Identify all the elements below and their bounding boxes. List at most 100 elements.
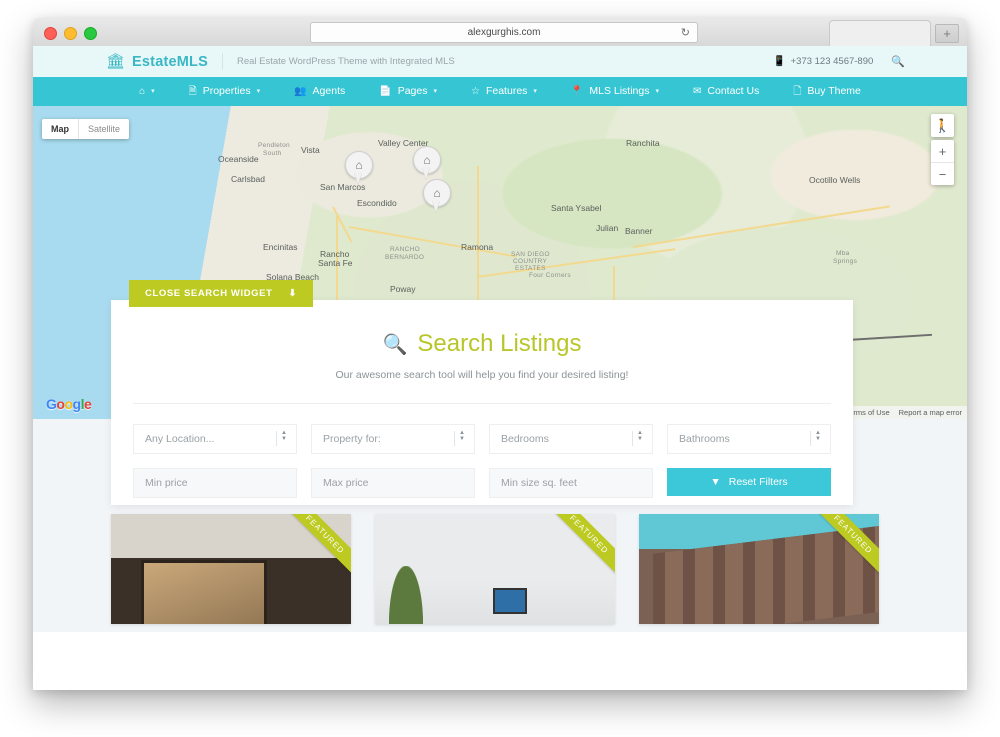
- nav-item-buy-theme[interactable]: 🗋 Buy Theme: [776, 77, 878, 106]
- tab-strip[interactable]: [829, 20, 931, 47]
- address-bar[interactable]: alexgurghis.com ↻: [310, 22, 698, 43]
- url-text: alexgurghis.com: [467, 27, 541, 38]
- nav-label: MLS Listings: [589, 85, 650, 97]
- reload-icon[interactable]: ↻: [681, 26, 690, 39]
- property-card[interactable]: FEATURED: [111, 514, 351, 624]
- close-search-widget-button[interactable]: CLOSE SEARCH WIDGET ⬇: [129, 280, 314, 307]
- chevron-down-icon: ▾: [533, 88, 537, 95]
- min-price-input[interactable]: Min price: [133, 468, 297, 498]
- nav-item-contact-us[interactable]: ✉ Contact Us: [676, 77, 776, 106]
- search-widget-subtitle: Our awesome search tool will help you fi…: [335, 369, 629, 381]
- zoom-in-button[interactable]: +: [931, 140, 954, 163]
- map-place-label: Mba: [836, 250, 850, 257]
- close-widget-label: CLOSE SEARCH WIDGET: [145, 288, 273, 299]
- map-property-marker[interactable]: ⌂: [413, 146, 441, 180]
- map-place-label: Pendleton: [258, 142, 290, 149]
- map-place-label: Banner: [625, 226, 653, 236]
- map-place-label: Vista: [301, 145, 320, 155]
- maximize-window-button[interactable]: [84, 27, 97, 40]
- chevron-updown-icon: ▲ ▼: [276, 430, 287, 446]
- search-form-grid: Any Location... ▲ ▼ Property for: ▲ ▼ Bedr…: [111, 404, 853, 498]
- map-type-map[interactable]: Map: [42, 119, 79, 139]
- map-place-label: Encinitas: [263, 242, 298, 252]
- property-card[interactable]: FEATURED: [639, 514, 879, 624]
- site-header: 🏛 EstateMLS Real Estate WordPress Theme …: [33, 46, 967, 77]
- phone-number: +373 123 4567-890: [790, 56, 874, 67]
- map-place-label: Ocotillo Wells: [809, 175, 861, 185]
- max-price-input[interactable]: Max price: [311, 468, 475, 498]
- home-icon: ⌂: [355, 158, 363, 172]
- site-logo[interactable]: 🏛 EstateMLS: [106, 54, 208, 70]
- browser-window: alexgurghis.com ↻ + 🏛 EstateMLS Real Est…: [33, 18, 967, 690]
- property-for-select[interactable]: Property for: ▲ ▼: [311, 424, 475, 454]
- new-tab-button[interactable]: +: [935, 24, 959, 43]
- map-place-label: COUNTRY: [513, 258, 548, 265]
- envelope-icon: ✉: [693, 86, 702, 97]
- reset-filters-button[interactable]: ▼ Reset Filters: [667, 468, 831, 496]
- nav-item-features[interactable]: ☆ Features ▾: [454, 77, 554, 106]
- property-card[interactable]: FEATURED: [375, 514, 615, 624]
- nav-label: Agents: [312, 85, 346, 97]
- map-place-label: Escondido: [357, 198, 397, 208]
- nav-item-pages[interactable]: 📄 Pages ▾: [362, 77, 454, 106]
- min-price-placeholder: Min price: [145, 477, 188, 489]
- featured-ribbon: FEATURED: [804, 514, 879, 583]
- featured-cards: FEATURED FEATURED FEATURED: [33, 494, 967, 624]
- website-viewport: 🏛 EstateMLS Real Estate WordPress Theme …: [33, 46, 967, 690]
- map-place-label: South: [263, 150, 282, 157]
- location-select[interactable]: Any Location... ▲ ▼: [133, 424, 297, 454]
- header-right: 📱 +373 123 4567-890 🔍: [773, 46, 905, 77]
- header-phone: 📱 +373 123 4567-890: [773, 56, 873, 67]
- nav-item-mls-listings[interactable]: 📍 MLS Listings ▾: [554, 77, 676, 106]
- pegman-icon[interactable]: 🚶: [931, 114, 954, 137]
- min-size-input[interactable]: Min size sq. feet: [489, 468, 653, 498]
- featured-ribbon: FEATURED: [276, 514, 351, 583]
- search-widget-panel: 🔍 Search Listings Our awesome search too…: [111, 300, 853, 505]
- search-icon: 🔍: [382, 333, 408, 356]
- close-window-button[interactable]: [44, 27, 57, 40]
- mobile-icon: 📱: [773, 56, 786, 67]
- map-type-satellite[interactable]: Satellite: [79, 119, 129, 139]
- google-logo: Google: [46, 396, 92, 412]
- main-navigation: ⌂ ▾ 🗎 Properties ▾ 👥 Agents 📄 Pages ▾ ☆ …: [33, 77, 967, 106]
- location-select-value: Any Location...: [145, 433, 215, 445]
- property-for-select-value: Property for:: [323, 433, 381, 445]
- home-icon: ⌂: [433, 186, 441, 200]
- chevron-down-icon: ▾: [256, 88, 261, 95]
- browser-chrome-toolbar: alexgurghis.com ↻ +: [33, 18, 967, 47]
- card-icon: 🗋: [793, 86, 802, 97]
- arrow-down-icon: ⬇: [288, 288, 298, 299]
- map-place-label: Four Corners: [529, 272, 571, 279]
- chevron-down-icon: ▾: [433, 88, 437, 95]
- map-type-switcher[interactable]: Map Satellite: [42, 119, 130, 139]
- report-map-error-link[interactable]: Report a map error: [899, 408, 962, 417]
- bathrooms-select[interactable]: Bathrooms ▲ ▼: [667, 424, 831, 454]
- map-place-label: Santa Fe: [318, 258, 353, 268]
- zoom-out-button[interactable]: −: [931, 163, 954, 185]
- chevron-down-icon: ▾: [151, 88, 155, 95]
- marker-tip: [354, 172, 362, 184]
- map-place-label: Springs: [833, 258, 858, 265]
- bedrooms-select-value: Bedrooms: [501, 433, 549, 445]
- featured-ribbon: FEATURED: [540, 514, 615, 583]
- bedrooms-select[interactable]: Bedrooms ▲ ▼: [489, 424, 653, 454]
- chevron-updown-icon: ▲ ▼: [454, 430, 465, 446]
- marker-tip: [432, 200, 440, 212]
- nav-label: Contact Us: [707, 85, 760, 97]
- nav-item-home[interactable]: ⌂ ▾: [122, 77, 172, 106]
- site-tagline: Real Estate WordPress Theme with Integra…: [236, 56, 455, 67]
- nav-item-properties[interactable]: 🗎 Properties ▾: [172, 77, 277, 106]
- search-icon[interactable]: 🔍: [891, 55, 905, 68]
- map-place-label: Ranchita: [626, 138, 660, 148]
- minimize-window-button[interactable]: [64, 27, 77, 40]
- filter-icon: ▼: [710, 476, 721, 488]
- map-zoom-controls[interactable]: + −: [931, 140, 954, 185]
- map-property-marker[interactable]: ⌂: [345, 151, 373, 185]
- map-place-label: BERNARDO: [385, 254, 425, 261]
- chevron-updown-icon: ▲ ▼: [632, 430, 643, 446]
- nav-item-agents[interactable]: 👥 Agents: [277, 77, 362, 106]
- search-title-text: Search Listings: [417, 330, 582, 357]
- map-property-marker[interactable]: ⌂: [423, 179, 451, 213]
- nav-label: Properties: [202, 85, 251, 97]
- header-divider: [221, 53, 223, 70]
